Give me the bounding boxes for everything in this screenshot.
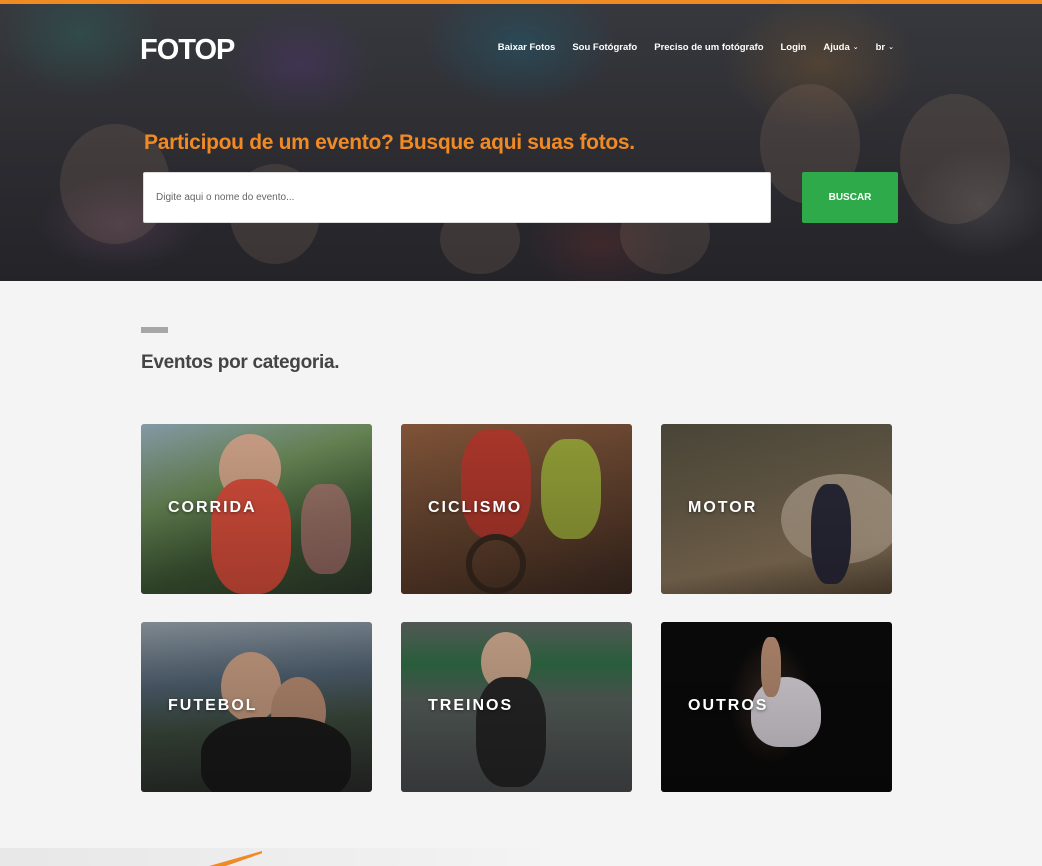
nav-label: Baixar Fotos [497, 42, 556, 53]
footer-shadow [0, 848, 560, 866]
category-card-ciclismo[interactable]: CICLISMO [401, 424, 632, 594]
nav-preciso-fotografo[interactable]: Preciso de um fotógrafo [654, 42, 763, 53]
hero-banner: FOTOP Baixar Fotos Sou Fotógrafo Preciso… [0, 4, 1042, 281]
category-label: TREINOS [428, 697, 514, 714]
chevron-down-icon: ⌄ [852, 44, 859, 51]
nav-language-dropdown[interactable]: br ⌄ [876, 42, 894, 53]
nav-label: Preciso de um fotógrafo [654, 42, 764, 53]
section-accent-bar [141, 327, 168, 333]
category-card-motor[interactable]: MOTOR [661, 424, 892, 594]
category-label: CICLISMO [428, 499, 523, 516]
fotop-logo[interactable]: FOTOP [140, 33, 235, 66]
nav-label: Sou Fotógrafo [572, 42, 638, 53]
main-nav: Baixar Fotos Sou Fotógrafo Preciso de um… [498, 42, 894, 53]
event-search-input[interactable] [143, 172, 771, 223]
nav-label: Login [780, 42, 807, 53]
category-card-outros[interactable]: OUTROS [661, 622, 892, 792]
nav-login[interactable]: Login [781, 42, 807, 53]
nav-label: Ajuda [823, 42, 850, 53]
logo-text: FOTOP [140, 33, 235, 66]
category-label: FUTEBOL [168, 697, 258, 714]
top-accent-line [0, 0, 1042, 4]
nav-label: br [875, 42, 886, 53]
category-label: OUTROS [688, 697, 769, 714]
category-card-corrida[interactable]: CORRIDA [141, 424, 372, 594]
nav-baixar-fotos[interactable]: Baixar Fotos [498, 42, 556, 53]
nav-ajuda-dropdown[interactable]: Ajuda ⌄ [823, 42, 858, 53]
search-button[interactable]: BUSCAR [802, 172, 898, 223]
category-card-treinos[interactable]: TREINOS [401, 622, 632, 792]
section-title: Eventos por categoria. [141, 352, 340, 373]
chevron-down-icon: ⌄ [888, 44, 894, 51]
category-label: MOTOR [688, 499, 758, 516]
category-label: CORRIDA [168, 499, 257, 516]
category-card-futebol[interactable]: FUTEBOL [141, 622, 372, 792]
nav-sou-fotografo[interactable]: Sou Fotógrafo [572, 42, 637, 53]
hero-title: Participou de um evento? Busque aqui sua… [144, 131, 635, 154]
